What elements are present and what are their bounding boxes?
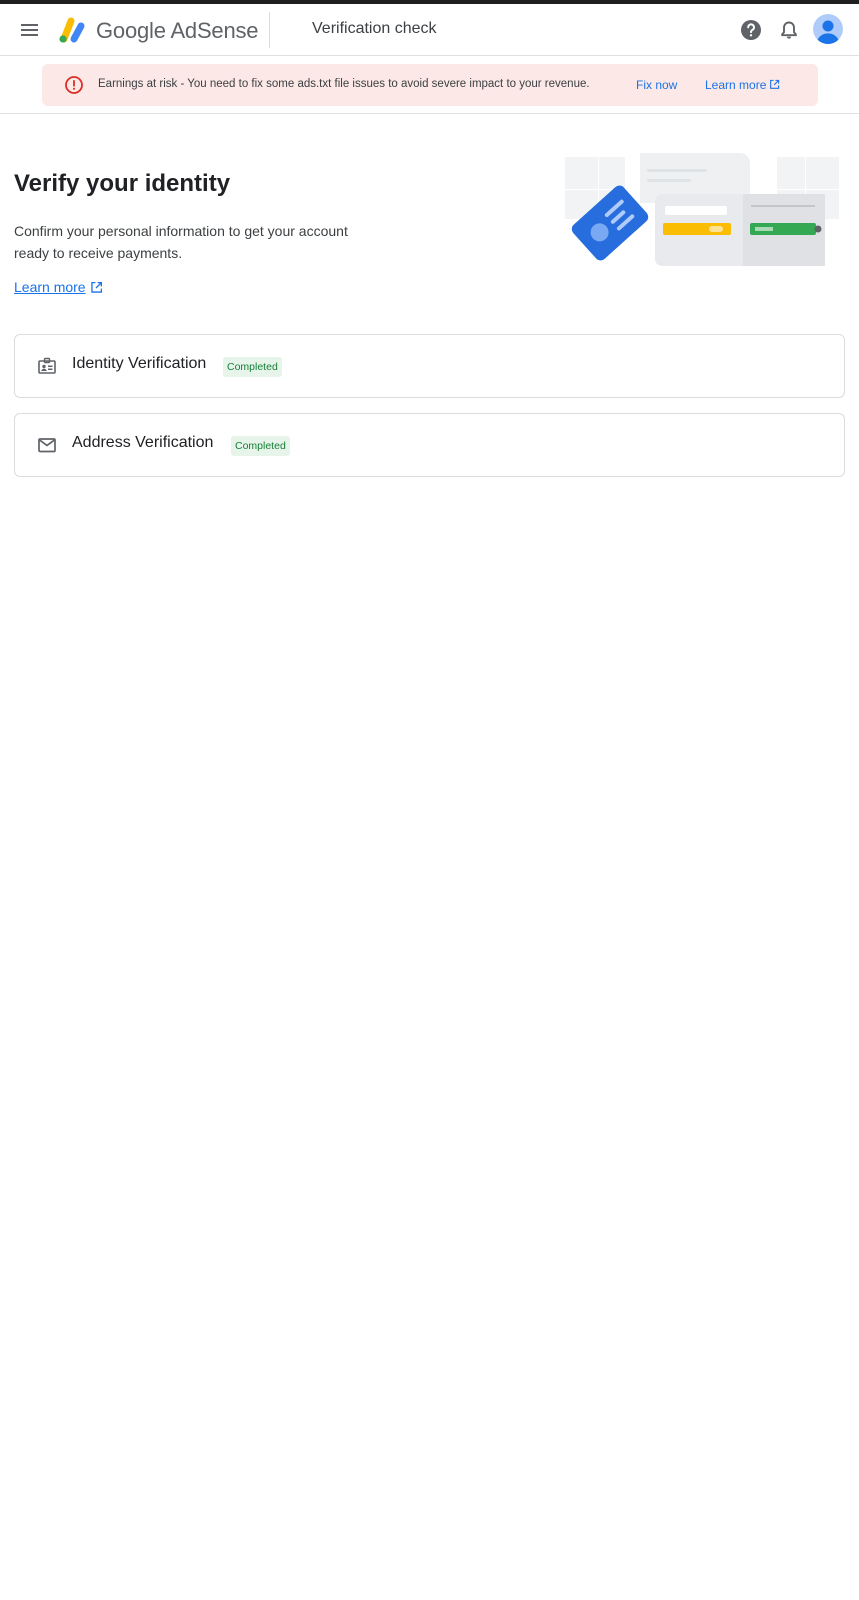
mail-icon [38, 438, 56, 453]
help-icon[interactable] [738, 17, 764, 43]
status-badge: Completed [231, 436, 290, 456]
error-icon [65, 76, 83, 94]
identity-verification-card[interactable]: Identity Verification Completed [14, 334, 845, 398]
app-bar: Google AdSense Verification check [0, 4, 859, 56]
brand-name[interactable]: Google AdSense [96, 18, 259, 44]
adsense-logo [59, 17, 85, 43]
learn-more-label: Learn more [14, 279, 86, 295]
identity-illustration [565, 153, 839, 266]
page-description: Confirm your personal information to get… [14, 223, 348, 261]
earnings-alert: Earnings at risk - You need to fix some … [42, 64, 818, 106]
bell-icon[interactable] [776, 17, 802, 43]
page-title: Verification check [312, 20, 437, 37]
alert-learn-more-link[interactable]: Learn more [705, 78, 780, 92]
card-title: Address Verification [72, 434, 214, 451]
page-heading: Verify your identity [14, 170, 231, 197]
external-link-icon [90, 281, 102, 293]
id-badge-icon [38, 357, 56, 374]
menu-icon[interactable] [18, 18, 42, 42]
alert-learn-more-label: Learn more [705, 78, 767, 92]
alert-message: Earnings at risk - You need to fix some … [98, 78, 590, 90]
external-link-icon [770, 79, 780, 89]
header-divider [269, 12, 270, 48]
fix-now-link[interactable]: Fix now [636, 78, 677, 92]
status-badge: Completed [223, 357, 282, 377]
avatar[interactable] [813, 14, 843, 44]
card-title: Identity Verification [72, 355, 207, 372]
alert-bar: Earnings at risk - You need to fix some … [0, 57, 859, 114]
learn-more-link[interactable]: Learn more [14, 279, 103, 295]
address-verification-card[interactable]: Address Verification Completed [14, 413, 845, 477]
